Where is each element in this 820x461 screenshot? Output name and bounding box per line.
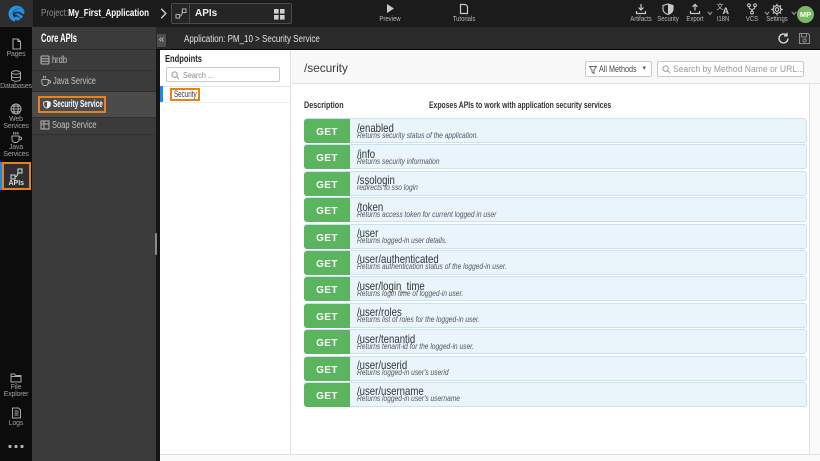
svg-text:A: A: [723, 6, 730, 15]
